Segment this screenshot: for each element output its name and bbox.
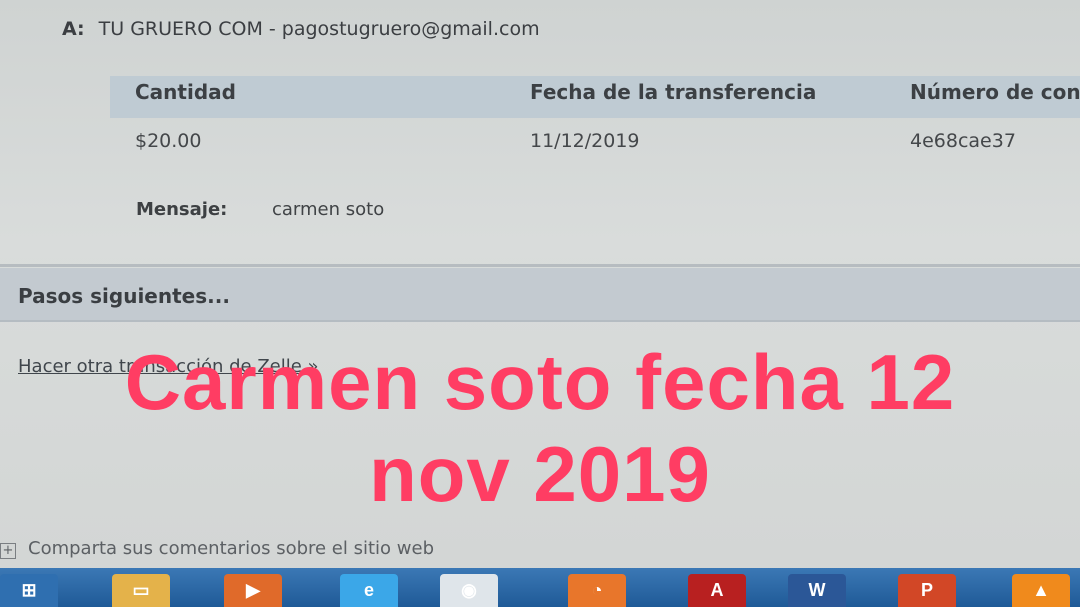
- recipient-value: TU GRUERO COM - pagostugruero@gmail.com: [98, 18, 540, 40]
- powerpoint-icon[interactable]: P: [898, 574, 956, 607]
- folder-icon[interactable]: ▭: [112, 574, 170, 607]
- date-header: Fecha de la transferencia: [530, 80, 817, 104]
- feedback-text[interactable]: Comparta sus comentarios sobre el sitio …: [28, 538, 434, 559]
- section-divider: [0, 264, 1080, 267]
- date-value: 11/12/2019: [530, 130, 640, 152]
- overlay-caption: Carmen soto fecha 12 nov 2019: [0, 336, 1080, 520]
- windows-start-icon[interactable]: ⊞: [0, 574, 58, 607]
- message-value: carmen soto: [272, 199, 385, 220]
- media-player-icon[interactable]: ▶: [224, 574, 282, 607]
- recipient-label: A:: [62, 18, 85, 40]
- recipient-line: A: TU GRUERO COM - pagostugruero@gmail.co…: [62, 18, 540, 40]
- next-steps-title: Pasos siguientes...: [18, 284, 230, 308]
- overlay-line-1: Carmen soto fecha 12: [124, 338, 956, 426]
- amount-value: $20.00: [135, 130, 202, 152]
- message-label: Mensaje:: [136, 199, 228, 220]
- vlc-icon[interactable]: ▲: [1012, 574, 1070, 607]
- expand-icon[interactable]: +: [0, 543, 16, 559]
- bank-confirmation-page: A: TU GRUERO COM - pagostugruero@gmail.co…: [0, 0, 1080, 607]
- confirmation-number-header: Número de conf: [910, 80, 1080, 104]
- feedback-link[interactable]: + Comparta sus comentarios sobre el sitio…: [0, 538, 434, 559]
- firefox-icon[interactable]: ◔: [568, 574, 626, 607]
- chrome-icon[interactable]: ◉: [440, 574, 498, 607]
- word-icon[interactable]: W: [788, 574, 846, 607]
- acrobat-icon[interactable]: A: [688, 574, 746, 607]
- overlay-line-2: nov 2019: [369, 430, 711, 518]
- amount-header: Cantidad: [135, 80, 236, 104]
- internet-explorer-icon[interactable]: e: [340, 574, 398, 607]
- confirmation-number-value: 4e68cae37: [910, 130, 1016, 152]
